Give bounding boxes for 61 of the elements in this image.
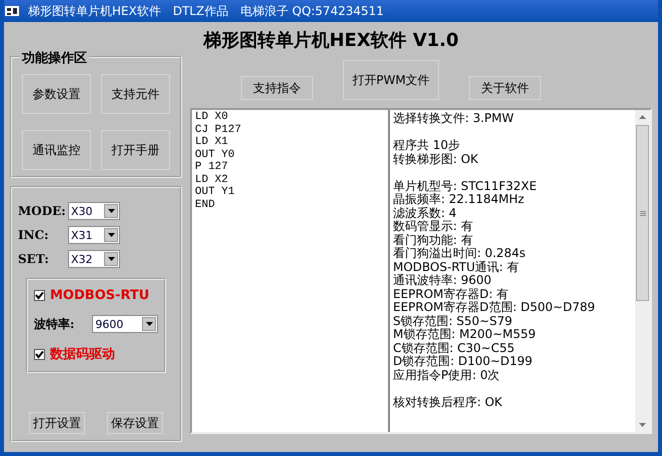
- log-line: 转换梯形图: OK: [393, 152, 480, 166]
- listing-line: OUT Y0: [195, 148, 236, 161]
- checkbox[interactable]: [34, 290, 45, 301]
- dropdown[interactable]: X31: [68, 226, 120, 244]
- log-line: S锁存范围: S50~S79: [393, 314, 514, 328]
- log-line: EEPROM寄存器D范围: D500~D789: [393, 301, 596, 314]
- function-button[interactable]: 支持元件: [101, 74, 170, 114]
- log-line: 滤波系数: 4: [393, 206, 458, 220]
- checkbox[interactable]: [34, 348, 45, 360]
- listing-line: LD X2: [195, 174, 230, 186]
- log-line: D锁存范围: D100~D199: [393, 355, 534, 368]
- app-icon: [4, 4, 20, 18]
- dropdown-arrow-icon: [108, 233, 114, 237]
- log-line: 程序共 10步: [393, 139, 462, 152]
- log-line: 看门狗溢出时间: 0.284s: [393, 247, 526, 260]
- checkbox-label: 数据码驱动: [50, 346, 115, 363]
- vertical-scrollbar[interactable]: [635, 110, 650, 432]
- listing-line: END: [195, 198, 216, 211]
- log-line: 选择转换文件: 3.PMW: [393, 112, 515, 126]
- log-line: 应用指令P使用: 0次: [393, 368, 501, 382]
- checkbox-label: MODBOS-RTU: [50, 288, 150, 303]
- scroll-thumb[interactable]: [636, 125, 649, 301]
- grip-icon: [640, 210, 646, 216]
- log-line: 晶振频率: 22.1184MHz: [393, 193, 526, 206]
- field-label: 波特率:: [34, 316, 76, 332]
- function-button[interactable]: 打开手册: [101, 130, 170, 170]
- dropdown[interactable]: X30: [68, 202, 120, 220]
- listing-line: LD X1: [195, 136, 230, 148]
- log-line: 数码管显示: 有: [393, 220, 474, 234]
- dropdown[interactable]: 9600: [92, 315, 158, 333]
- scroll-down-arrow-icon[interactable]: [639, 423, 646, 427]
- function-button[interactable]: 参数设置: [22, 74, 91, 114]
- app-heading: 梯形图转单片机HEX软件 V1.0: [203, 29, 459, 52]
- log-line: EEPROM寄存器D: 有: [393, 288, 510, 300]
- dropdown-arrow-icon: [146, 322, 152, 326]
- field-label: SET:: [18, 252, 50, 266]
- log-line: MODBOS-RTU通讯: 有: [393, 260, 520, 274]
- dropdown-arrow-icon: [108, 257, 114, 261]
- listing-line: OUT Y1: [195, 186, 236, 198]
- log-line: C锁存范围: C30~C55: [393, 342, 516, 355]
- settings-button[interactable]: 保存设置: [107, 412, 163, 434]
- group-title: 功能操作区: [20, 49, 89, 67]
- listing-line: CJ P127: [195, 124, 242, 136]
- log-line: 单片机型号: STC11F32XE: [393, 180, 538, 193]
- function-button[interactable]: 通讯监控: [22, 130, 91, 170]
- window-title: 梯形图转单片机HEX软件 DTLZ作品 电梯浪子 QQ:574234511: [28, 2, 384, 20]
- toolbar-button[interactable]: 关于软件: [469, 76, 541, 100]
- settings-button[interactable]: 打开设置: [29, 412, 85, 434]
- field-label: INC:: [18, 228, 50, 242]
- log-line: 通讯波特率: 9600: [393, 274, 492, 288]
- scroll-up-arrow-icon[interactable]: [639, 115, 646, 119]
- field-label: MODE:: [18, 204, 64, 218]
- toolbar-button[interactable]: 打开PWM文件: [343, 60, 439, 100]
- dropdown-arrow-icon: [108, 209, 114, 213]
- log-line: 看门狗功能: 有: [393, 234, 474, 246]
- listing-line: P 127: [195, 161, 230, 174]
- log-line: 核对转换后程序: OK: [393, 396, 504, 409]
- listing-line: LD X0: [195, 111, 230, 124]
- log-line: M锁存范围: M200~M559: [393, 328, 537, 342]
- toolbar-button[interactable]: 支持指令: [241, 76, 313, 100]
- dropdown[interactable]: X32: [68, 250, 120, 268]
